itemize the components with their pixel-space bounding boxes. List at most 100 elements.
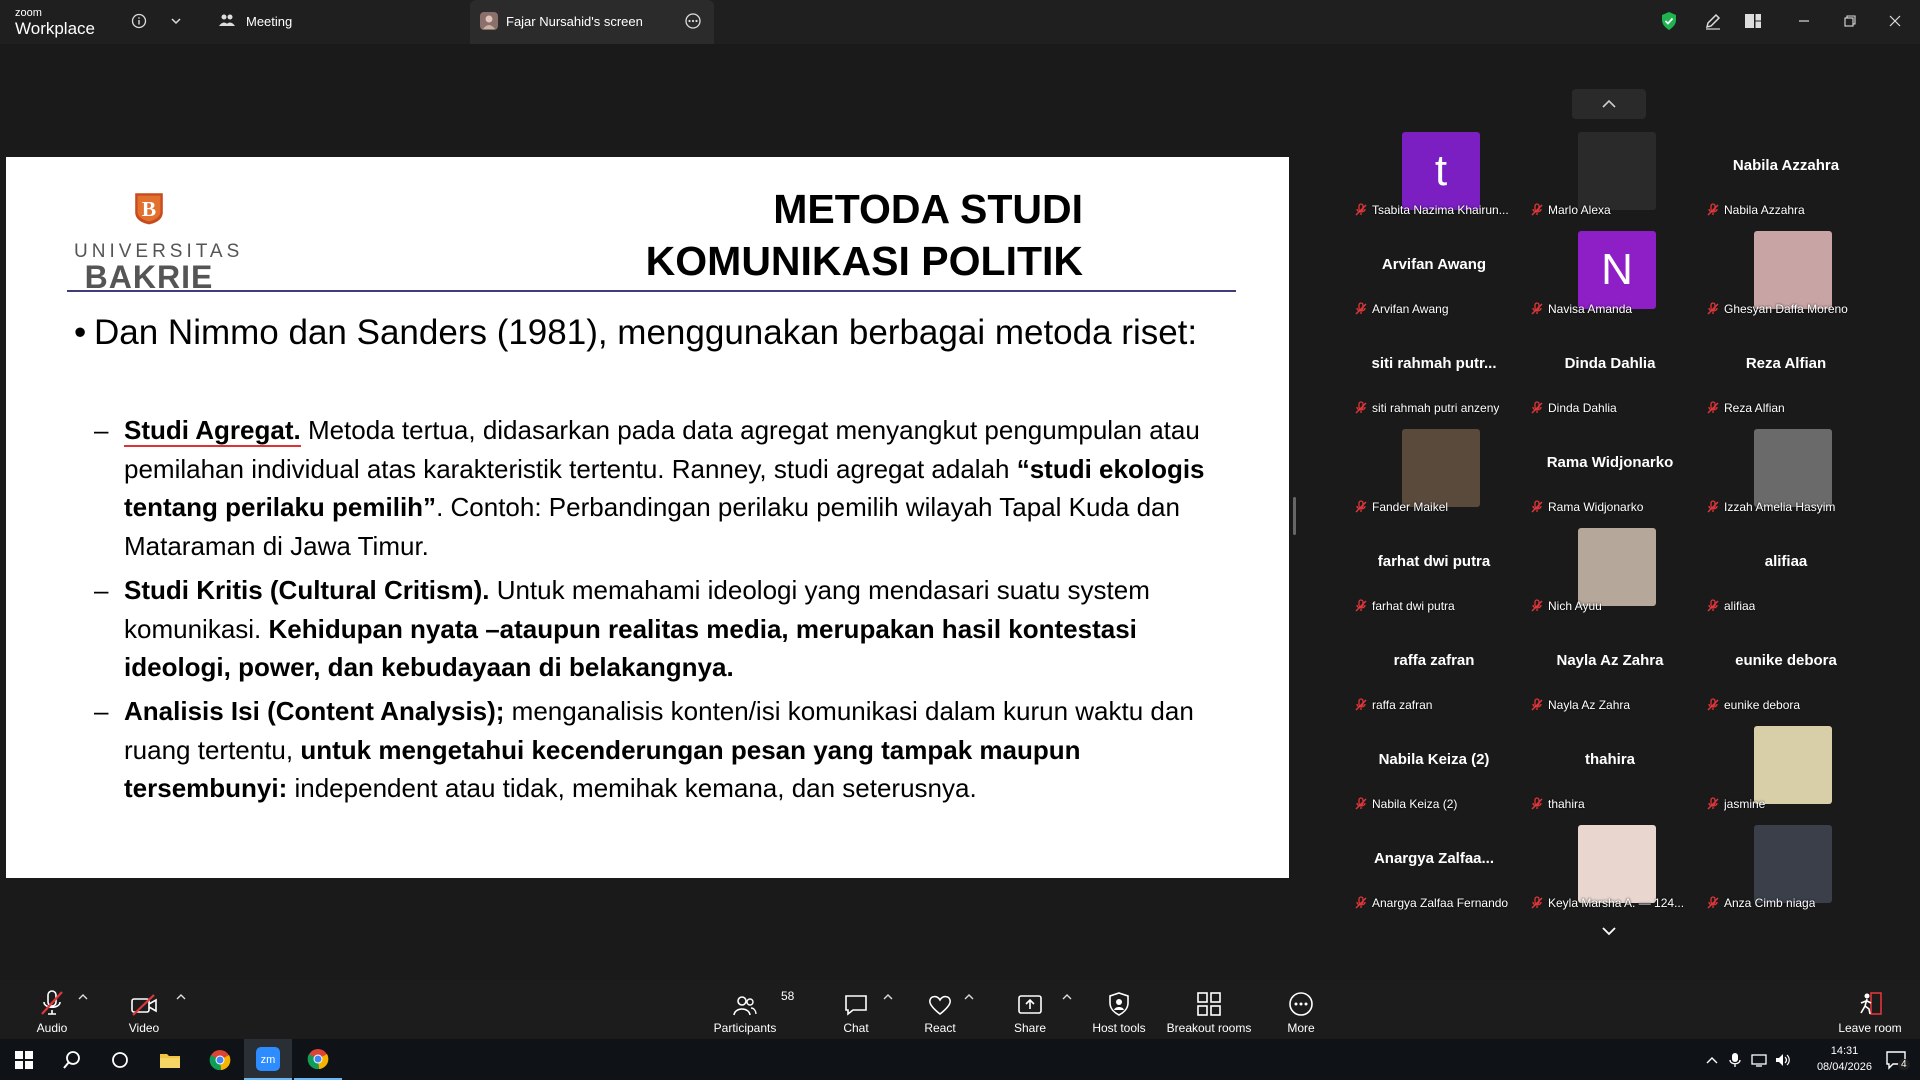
- participant-avatar: [1754, 726, 1832, 804]
- participant-tile[interactable]: Dinda Dahlia Dinda Dahlia: [1522, 330, 1698, 429]
- participant-tile[interactable]: raffa zafran raffa zafran: [1346, 627, 1522, 726]
- audio-options-caret-icon[interactable]: [78, 992, 88, 1002]
- network-icon[interactable]: [1748, 1039, 1770, 1080]
- muted-mic-icon: [1531, 302, 1543, 315]
- share-button[interactable]: Share: [1006, 980, 1054, 1039]
- host-tools-button[interactable]: Host tools: [1086, 980, 1152, 1039]
- participant-tile[interactable]: Nayla Az Zahra Nayla Az Zahra: [1522, 627, 1698, 726]
- video-options-caret-icon[interactable]: [176, 992, 186, 1002]
- search-icon[interactable]: [48, 1039, 96, 1080]
- security-shield-icon[interactable]: [1658, 10, 1680, 32]
- participant-tile[interactable]: Nabila Keiza (2) Nabila Keiza (2): [1346, 726, 1522, 825]
- participant-name-text: Tsabita Nazima Khairun...: [1372, 203, 1509, 217]
- volume-icon[interactable]: [1772, 1039, 1794, 1080]
- leave-room-button[interactable]: Leave room: [1835, 980, 1905, 1039]
- annotate-pen-icon[interactable]: [1702, 10, 1724, 32]
- participant-tile[interactable]: siti rahmah putr... siti rahmah putri anz…: [1346, 330, 1522, 429]
- restore-icon[interactable]: [1839, 10, 1861, 32]
- chevron-down-icon: [1602, 927, 1616, 936]
- more-options-icon[interactable]: [682, 10, 704, 32]
- participant-name-text: Nabila Azzahra: [1724, 203, 1805, 217]
- participant-tile[interactable]: Arvifan Awang Arvifan Awang: [1346, 231, 1522, 330]
- participant-tile[interactable]: alifiaa alifiaa: [1698, 528, 1874, 627]
- participant-tile[interactable]: t Tsabita Nazima Khairun...: [1346, 132, 1522, 231]
- panel-resize-handle[interactable]: [1293, 497, 1296, 535]
- sub-item-agregat: – Studi Agregat. Metoda tertua, didasark…: [94, 411, 1224, 565]
- muted-mic-icon: [1355, 698, 1367, 711]
- participants-button[interactable]: 58 Participants: [710, 980, 795, 1039]
- minimize-icon[interactable]: [1793, 10, 1815, 32]
- participant-tile[interactable]: Ghesyan Daffa Moreno: [1698, 231, 1874, 330]
- gallery-scroll-up-button[interactable]: [1572, 89, 1646, 119]
- muted-mic-icon: [1355, 203, 1367, 216]
- participant-display-name: raffa zafran: [1393, 652, 1475, 669]
- participant-tile[interactable]: Izzah Amelia Hasyim: [1698, 429, 1874, 528]
- tab-shared-screen[interactable]: Fajar Nursahid's screen: [470, 0, 714, 44]
- participant-name-text: Navisa Amanda: [1548, 302, 1633, 316]
- react-button[interactable]: React: [916, 980, 964, 1039]
- view-layout-icon[interactable]: [1742, 10, 1764, 32]
- participant-name-text: Rama Widjonarko: [1548, 500, 1644, 514]
- participant-avatar: t: [1402, 132, 1480, 210]
- meeting-icon: [216, 10, 238, 32]
- participant-display-name: farhat dwi putra: [1377, 553, 1491, 570]
- participants-icon: [733, 996, 757, 1016]
- chevron-down-icon[interactable]: [165, 10, 187, 32]
- participant-tile[interactable]: thahira thahira: [1522, 726, 1698, 825]
- participants-count: 58: [781, 989, 795, 1003]
- muted-mic-icon: [1531, 500, 1543, 513]
- logo-line1: zoom: [15, 7, 42, 19]
- participant-name-label: Izzah Amelia Hasyim: [1706, 497, 1835, 517]
- react-heart-icon: [928, 995, 952, 1016]
- video-button[interactable]: Video: [120, 980, 168, 1039]
- participant-tile[interactable]: Rama Widjonarko Rama Widjonarko: [1522, 429, 1698, 528]
- participant-tile[interactable]: jasmine: [1698, 726, 1874, 825]
- breakout-rooms-button[interactable]: Breakout rooms: [1166, 980, 1252, 1039]
- participant-display-name: Dinda Dahlia: [1564, 355, 1656, 372]
- participant-tile[interactable]: Nabila Azzahra Nabila Azzahra: [1698, 132, 1874, 231]
- chat-options-caret-icon[interactable]: [883, 992, 893, 1002]
- info-icon[interactable]: [128, 10, 150, 32]
- zoom-taskbar-icon[interactable]: zm: [244, 1039, 292, 1080]
- participant-tile[interactable]: Keyla Marsha A. — 124...: [1522, 825, 1698, 924]
- participant-tile[interactable]: Anargya Zalfaa... Anargya Zalfaa Fernando: [1346, 825, 1522, 924]
- chrome-window-icon[interactable]: [294, 1039, 342, 1080]
- chat-button[interactable]: Chat: [832, 980, 880, 1039]
- participant-name-label: Nabila Azzahra: [1706, 200, 1805, 220]
- participant-name-label: Keyla Marsha A. — 124...: [1530, 893, 1684, 913]
- participant-name-text: Izzah Amelia Hasyim: [1724, 500, 1836, 514]
- participant-tile[interactable]: N Navisa Amanda: [1522, 231, 1698, 330]
- tray-chevron-up-icon[interactable]: [1702, 1039, 1722, 1080]
- participant-name-label: Nayla Az Zahra: [1530, 695, 1630, 715]
- muted-mic-icon: [1355, 302, 1367, 315]
- react-options-caret-icon[interactable]: [964, 992, 974, 1002]
- chrome-icon[interactable]: [196, 1039, 244, 1080]
- participant-display-name: Rama Widjonarko: [1546, 454, 1674, 471]
- host-tools-label: Host tools: [1092, 1021, 1146, 1035]
- close-icon[interactable]: [1884, 10, 1906, 32]
- share-options-caret-icon[interactable]: [1062, 992, 1072, 1002]
- file-explorer-icon[interactable]: [146, 1039, 194, 1080]
- participant-name-text: Anza Cimb niaga: [1724, 896, 1816, 910]
- participant-tile[interactable]: Reza Alfian Reza Alfian: [1698, 330, 1874, 429]
- participant-tile[interactable]: eunike debora eunike debora: [1698, 627, 1874, 726]
- taskbar-clock[interactable]: 14:31 08/04/2026: [1817, 1043, 1872, 1075]
- participant-tile[interactable]: Nich Ayuu: [1522, 528, 1698, 627]
- participant-tile[interactable]: Anza Cimb niaga: [1698, 825, 1874, 924]
- tab-meeting[interactable]: Meeting: [246, 14, 292, 29]
- participant-tile[interactable]: farhat dwi putra farhat dwi putra: [1346, 528, 1522, 627]
- gallery-scroll-down-button[interactable]: [1572, 916, 1646, 946]
- participant-name-label: Navisa Amanda: [1530, 299, 1632, 319]
- microphone-tray-icon[interactable]: [1724, 1039, 1746, 1080]
- participant-name-text: Dinda Dahlia: [1548, 401, 1617, 415]
- task-view-icon[interactable]: [96, 1039, 144, 1080]
- audio-button[interactable]: Audio: [28, 980, 76, 1039]
- windows-taskbar: zm 14:31 08/04/2026 4: [0, 1039, 1920, 1080]
- participant-tile[interactable]: Marlo Alexa: [1522, 132, 1698, 231]
- participant-tile[interactable]: Fander Maikel: [1346, 429, 1522, 528]
- notification-center-icon[interactable]: 4: [1872, 1039, 1920, 1080]
- participant-display-name: Nabila Azzahra: [1732, 157, 1840, 174]
- participant-display-name: Nabila Keiza (2): [1378, 751, 1490, 768]
- more-button[interactable]: More: [1277, 980, 1325, 1039]
- windows-start-icon[interactable]: [0, 1039, 48, 1080]
